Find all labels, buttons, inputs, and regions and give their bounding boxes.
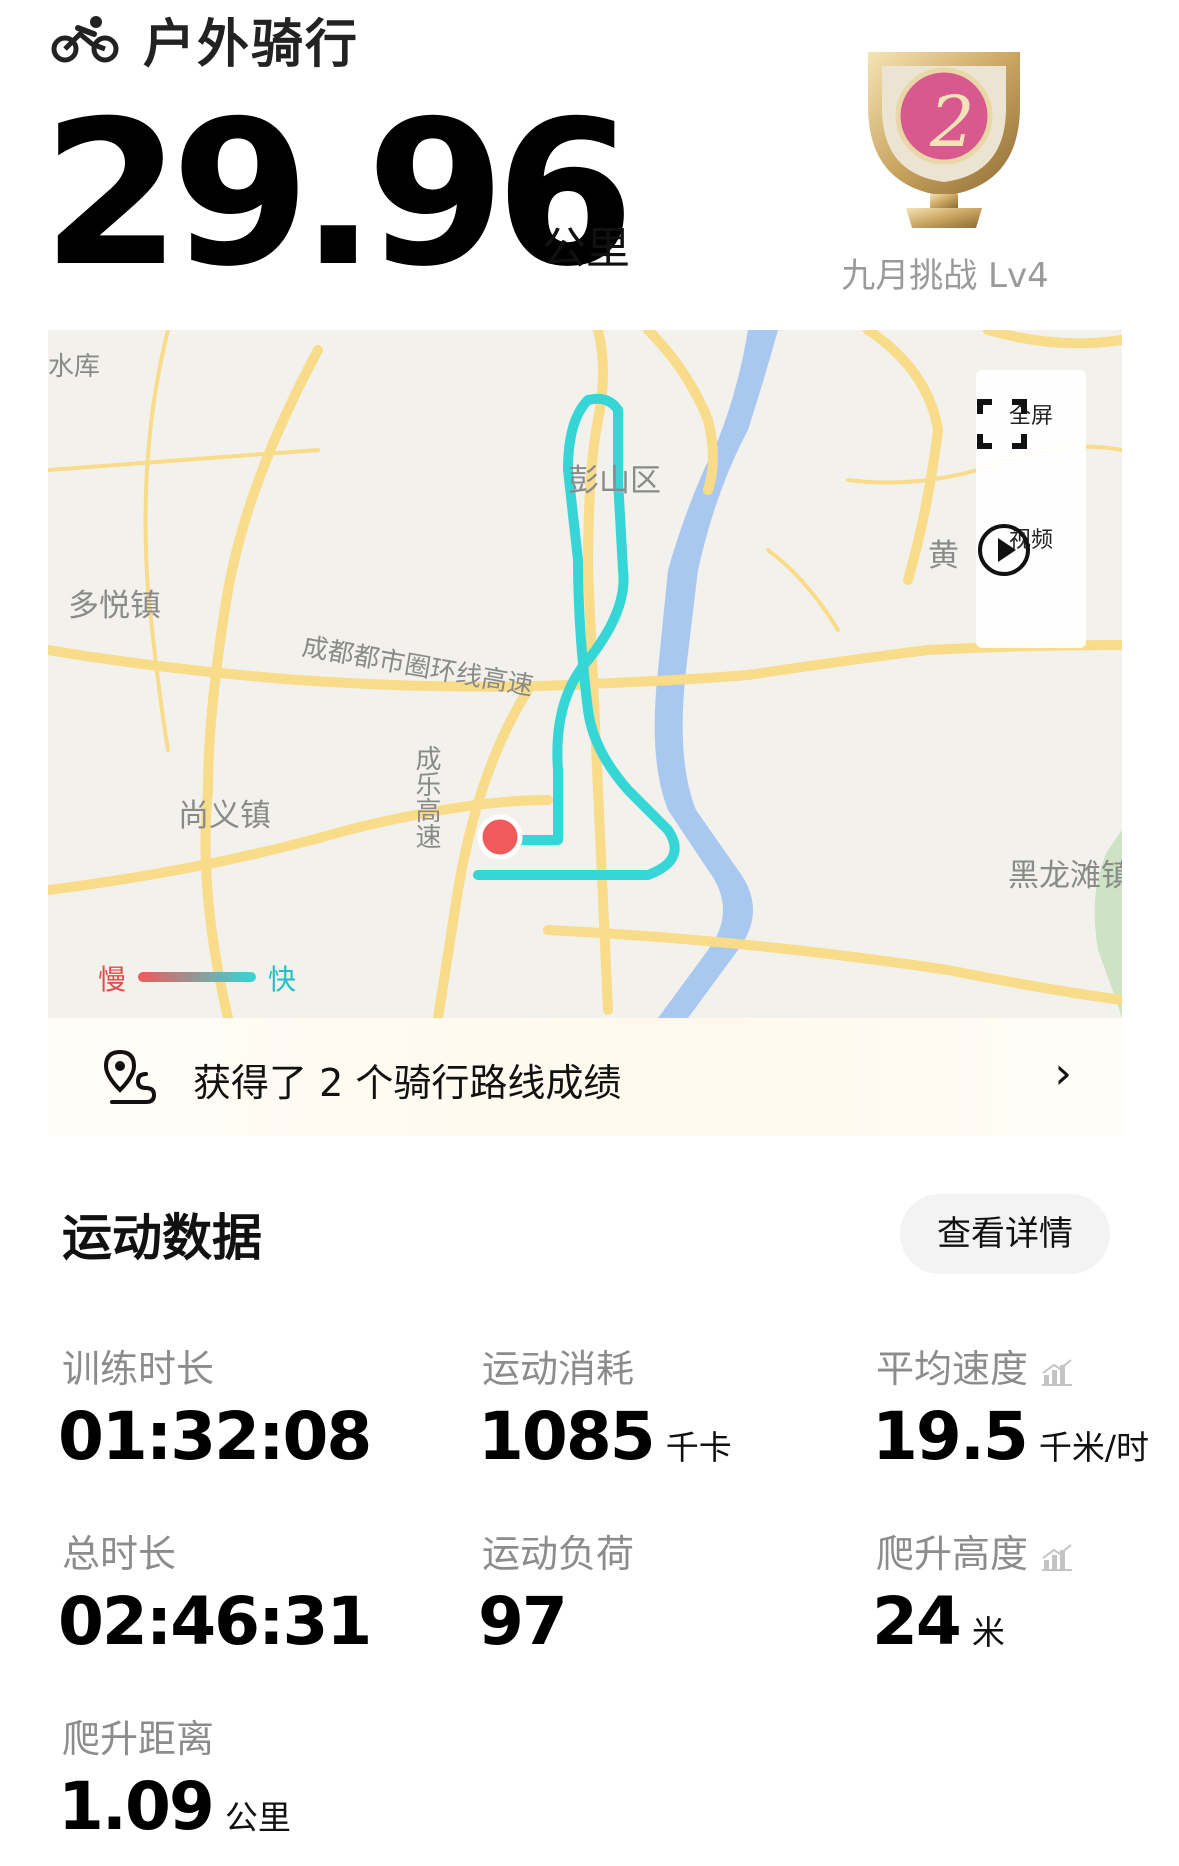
map-label-shangyi: 尚义镇 <box>178 798 271 834</box>
route-achievement-banner[interactable]: 获得了 2 个骑行路线成绩 › <box>48 1018 1122 1136</box>
calories-value: 1085 千卡 <box>478 1398 732 1475</box>
calories-label: 运动消耗 <box>482 1347 635 1391</box>
activity-type-title: 户外骑行 <box>143 15 360 75</box>
view-details-button[interactable]: 查看详情 <box>900 1194 1110 1274</box>
training-duration-label: 训练时长 <box>62 1347 215 1391</box>
trend-chart-icon[interactable] <box>1040 1357 1074 1387</box>
elevation-gain-unit: 米 <box>971 1613 1005 1652</box>
map-label-reservoir: 水库 <box>48 352 101 382</box>
fullscreen-button[interactable]: 全屏 <box>976 398 1086 449</box>
map-label-heilongtan: 黑龙滩镇 <box>1008 858 1122 894</box>
route-map[interactable]: 水库 彭山区 多悦镇 成都都市圈环线高速 成乐高速 尚义镇 黄 黑龙滩镇 全屏 … <box>48 330 1122 1018</box>
total-duration-label: 总时长 <box>62 1532 177 1576</box>
route-pin-icon <box>103 1049 157 1104</box>
trophy-icon[interactable]: 2 <box>860 46 1028 232</box>
climb-distance-label: 爬升距离 <box>62 1717 215 1761</box>
avg-speed-value: 19.5 千米/时 <box>872 1398 1149 1475</box>
speed-legend-slow: 慢 <box>98 963 127 996</box>
avg-speed-unit: 千米/时 <box>1038 1428 1149 1467</box>
avg-speed-label[interactable]: 平均速度 <box>876 1338 1074 1393</box>
map-label-huang: 黄 <box>928 538 959 574</box>
calories-unit: 千卡 <box>665 1428 732 1467</box>
map-label-pengshan: 彭山区 <box>568 463 661 499</box>
training-load-label: 运动负荷 <box>482 1532 635 1576</box>
elevation-gain-label[interactable]: 爬升高度 <box>876 1523 1074 1578</box>
elevation-gain-value: 24 米 <box>872 1583 1005 1660</box>
svg-text:2: 2 <box>929 81 975 163</box>
video-button[interactable]: 视频 <box>976 522 1086 576</box>
section-title: 运动数据 <box>62 1209 262 1267</box>
map-canvas <box>48 330 1122 1018</box>
distance-unit: 公里 <box>542 223 630 274</box>
play-icon <box>978 524 1030 576</box>
chevron-right-icon: › <box>1054 1048 1072 1099</box>
map-controls: 全屏 视频 <box>976 370 1086 648</box>
climb-distance-value: 1.09 公里 <box>58 1768 291 1845</box>
speed-legend-fast: 快 <box>268 963 297 996</box>
challenge-level-label[interactable]: 九月挑战 Lv4 <box>835 248 1055 297</box>
trend-chart-icon[interactable] <box>1040 1542 1074 1572</box>
cycling-icon <box>51 16 119 63</box>
climb-distance-unit: 公里 <box>224 1798 291 1837</box>
map-label-duoyue: 多悦镇 <box>68 588 161 624</box>
training-duration-value: 01:32:08 <box>58 1398 372 1475</box>
achievement-text: 获得了 2 个骑行路线成绩 <box>193 1061 622 1105</box>
training-load-value: 97 <box>478 1583 568 1660</box>
fullscreen-icon <box>977 399 1027 449</box>
speed-legend-gradient <box>138 972 256 982</box>
total-duration-value: 02:46:31 <box>58 1583 372 1660</box>
distance-value: 29.96 <box>42 78 635 311</box>
map-label-chengle-highway: 成乐高速 <box>411 745 441 849</box>
